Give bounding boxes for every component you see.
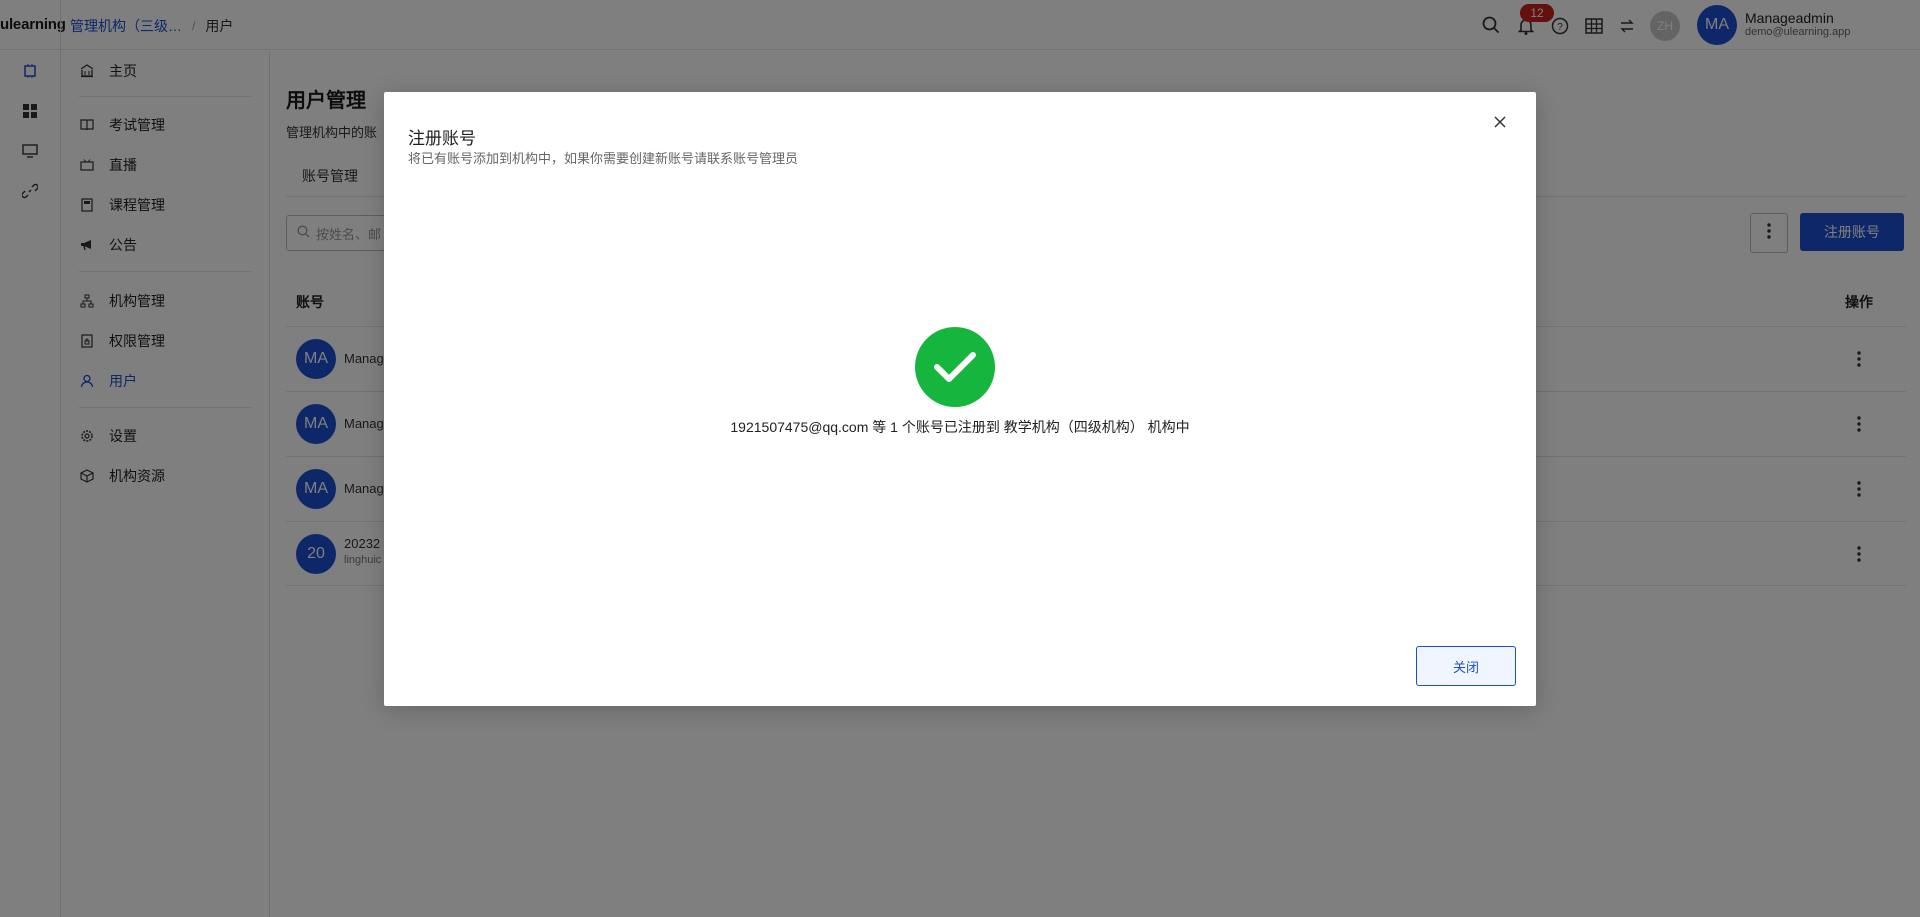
success-message: 1921507475@qq.com 等 1 个账号已注册到 教学机构（四级机构）… (730, 419, 1190, 435)
dialog-title: 注册账号 (408, 129, 476, 148)
close-icon[interactable] (1490, 112, 1510, 132)
dialog-subtitle: 将已有账号添加到机构中，如果你需要创建新账号请联系账号管理员 (408, 151, 799, 166)
close-button[interactable]: 关闭 (1416, 646, 1516, 686)
register-account-dialog: 注册账号 将已有账号添加到机构中，如果你需要创建新账号请联系账号管理员 1921… (384, 92, 1536, 706)
success-check-icon (915, 327, 995, 407)
